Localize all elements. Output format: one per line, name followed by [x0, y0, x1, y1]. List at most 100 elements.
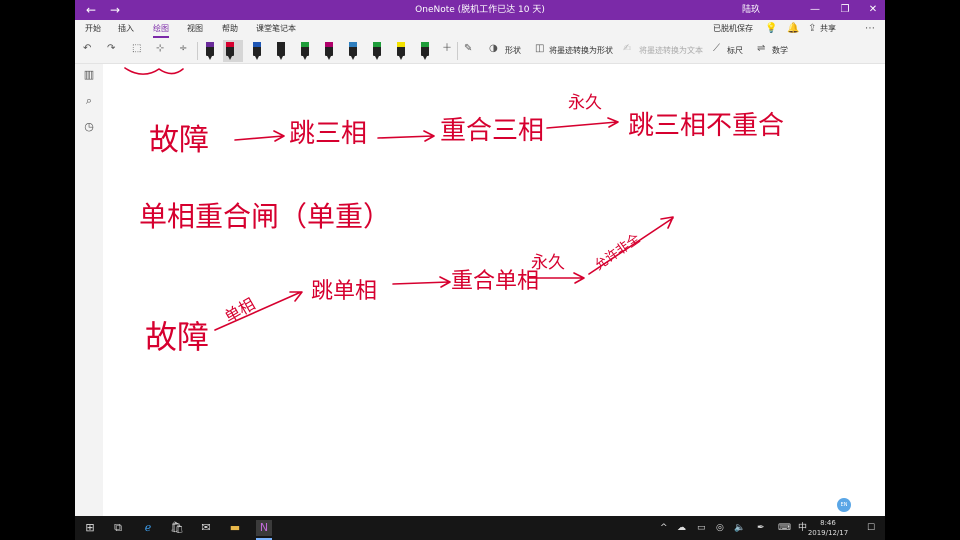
- pen-lightblue[interactable]: [346, 40, 360, 62]
- tab-draw[interactable]: 绘图: [153, 23, 169, 38]
- keyboard-icon[interactable]: ⌨: [778, 522, 791, 534]
- ink-arrow: [234, 130, 285, 142]
- navigation-sidebar: ▥ ⌕ ◷: [75, 64, 103, 516]
- pen-tip-icon: [277, 42, 285, 47]
- ink-scribble: [124, 67, 184, 75]
- lightbulb-icon[interactable]: 💡: [765, 22, 777, 36]
- battery-icon[interactable]: ▭: [697, 522, 706, 534]
- onenote-icon[interactable]: N: [256, 520, 272, 540]
- pen-red[interactable]: [223, 40, 243, 62]
- pen-black[interactable]: [274, 40, 288, 62]
- share-icon[interactable]: ⇪: [808, 22, 816, 36]
- windows-start-icon[interactable]: ⊞: [82, 520, 98, 536]
- undo-icon[interactable]: ↶: [83, 42, 91, 56]
- ink-to-shape-button[interactable]: 将墨迹转换为形状: [549, 45, 613, 57]
- ink-line-1: 故障 跳三相 重合三相 永久 跳三相不重合: [149, 93, 784, 158]
- more-icon[interactable]: ⋯: [865, 22, 875, 36]
- ink-word: 跳三相: [289, 119, 367, 149]
- pen-magenta[interactable]: [322, 40, 336, 62]
- language-bubble[interactable]: EN: [837, 498, 851, 512]
- note-canvas[interactable]: 故障 跳三相 重合三相 永久 跳三相不重合 单相重合闸（单重） 故障 单相 跳单…: [103, 64, 885, 516]
- notifications-icon[interactable]: ☐: [867, 522, 875, 534]
- chat-icon[interactable]: ☁: [677, 522, 686, 534]
- file-explorer-icon[interactable]: ▬: [227, 520, 243, 536]
- pen-tip-icon: [206, 42, 214, 47]
- tab-help[interactable]: 帮助: [222, 23, 238, 35]
- notebooks-icon[interactable]: ▥: [82, 68, 96, 82]
- highlighter-yellow[interactable]: [394, 40, 408, 62]
- tab-insert[interactable]: 插入: [118, 23, 134, 35]
- store-icon[interactable]: 🛍: [169, 520, 185, 536]
- pen-tip-icon: [421, 42, 429, 47]
- clock[interactable]: 8:46 2019/12/17: [806, 518, 850, 538]
- ink-word: 跳单相: [311, 279, 377, 304]
- restore-button[interactable]: ❐: [837, 2, 853, 18]
- ink-arrow: [546, 117, 619, 129]
- pen-tip-icon: [226, 42, 234, 47]
- ink-arrow: [392, 276, 451, 288]
- ink-word: 重合单相: [451, 269, 539, 294]
- tab-home[interactable]: 开始: [85, 23, 101, 35]
- pen-purple[interactable]: [203, 40, 217, 62]
- title-bar: ← → OneNote (脱机工作已达 10 天) 陆玖 — ❐ ✕: [75, 0, 885, 20]
- eraser-icon[interactable]: ÷: [179, 42, 187, 56]
- highlighter-green[interactable]: [418, 40, 432, 62]
- ink-line-2: 单相重合闸（单重）: [139, 200, 391, 233]
- math-icon[interactable]: ⇌: [757, 42, 765, 56]
- ink-word: 故障: [145, 318, 209, 356]
- ribbon: 开始 插入 绘图 视图 帮助 课堂笔记本 已脱机保存 💡 🔔 ⇪ 共享 ⋯ ↶ …: [75, 20, 885, 64]
- divider: [457, 42, 458, 60]
- show-hidden-icons-icon[interactable]: ^: [660, 522, 668, 534]
- pen-tip-icon: [349, 42, 357, 47]
- tab-class-notebook[interactable]: 课堂笔记本: [256, 23, 296, 35]
- network-icon[interactable]: ◎: [716, 522, 724, 534]
- lasso-select-icon[interactable]: ⬚: [132, 42, 141, 56]
- pen-tip-icon: [397, 42, 405, 47]
- clock-date: 2019/12/17: [807, 529, 849, 537]
- user-name[interactable]: 陆玖: [742, 3, 760, 17]
- ruler-button[interactable]: 标尺: [727, 45, 743, 57]
- search-icon[interactable]: ⌕: [82, 94, 96, 108]
- mail-icon[interactable]: ✉: [198, 520, 214, 536]
- ink-word: 单相重合闸（单重）: [139, 200, 391, 233]
- pen-green[interactable]: [298, 40, 312, 62]
- math-button[interactable]: 数学: [772, 45, 788, 57]
- shapes-button[interactable]: 形状: [505, 45, 521, 57]
- pen-workspace-icon[interactable]: ✒: [757, 522, 765, 534]
- ink-line-3: 故障 单相 跳单相 重合单相 永久 允许非全: [145, 231, 643, 356]
- add-pen-icon[interactable]: ＋: [442, 42, 452, 56]
- recent-icon[interactable]: ◷: [82, 120, 96, 134]
- pen-tip-icon: [253, 42, 261, 47]
- pen-green-2[interactable]: [370, 40, 384, 62]
- taskbar: ⊞ ⧉ ℯ 🛍 ✉ ▬ N ^ ☁ ▭ ◎ 🔈 ✒ ⌨ 中 8:46 2019/…: [75, 516, 885, 540]
- volume-icon[interactable]: 🔈: [734, 522, 745, 534]
- pen-blue[interactable]: [250, 40, 264, 62]
- task-view-icon[interactable]: ⧉: [110, 520, 126, 536]
- ink-layer: 故障 跳三相 重合三相 永久 跳三相不重合 单相重合闸（单重） 故障 单相 跳单…: [124, 67, 784, 356]
- ink-word: 单相: [221, 294, 258, 326]
- ink-to-shape-icon[interactable]: ◫: [535, 42, 544, 56]
- pen-tip-icon: [325, 42, 333, 47]
- pen-tip-icon: [301, 42, 309, 47]
- ink-word: 永久: [568, 93, 602, 113]
- divider: [197, 42, 198, 60]
- minimize-button[interactable]: —: [807, 2, 823, 18]
- tab-view[interactable]: 视图: [187, 23, 203, 35]
- redo-icon[interactable]: ↷: [107, 42, 115, 56]
- clock-time: 8:46: [820, 519, 836, 527]
- ruler-icon[interactable]: ⟋: [713, 42, 720, 56]
- ink-to-text-button: 将墨迹转换为文本: [639, 46, 703, 55]
- close-button[interactable]: ✕: [865, 2, 881, 18]
- bell-icon[interactable]: 🔔: [787, 22, 799, 36]
- add-space-icon[interactable]: ⊹: [156, 42, 164, 56]
- ink-word: 跳三相不重合: [628, 111, 784, 141]
- ink-arrow: [588, 216, 674, 275]
- window-title: OneNote (脱机工作已达 10 天): [415, 5, 545, 15]
- share-button[interactable]: 共享: [820, 23, 836, 35]
- ink-word: 永久: [531, 253, 565, 273]
- shapes-icon[interactable]: ◑: [489, 42, 498, 56]
- ink-to-shape-lasso-icon[interactable]: ✎: [464, 42, 472, 56]
- edge-icon[interactable]: ℯ: [140, 520, 156, 536]
- pen-tip-icon: [373, 42, 381, 47]
- ink-word: 故障: [149, 123, 209, 158]
